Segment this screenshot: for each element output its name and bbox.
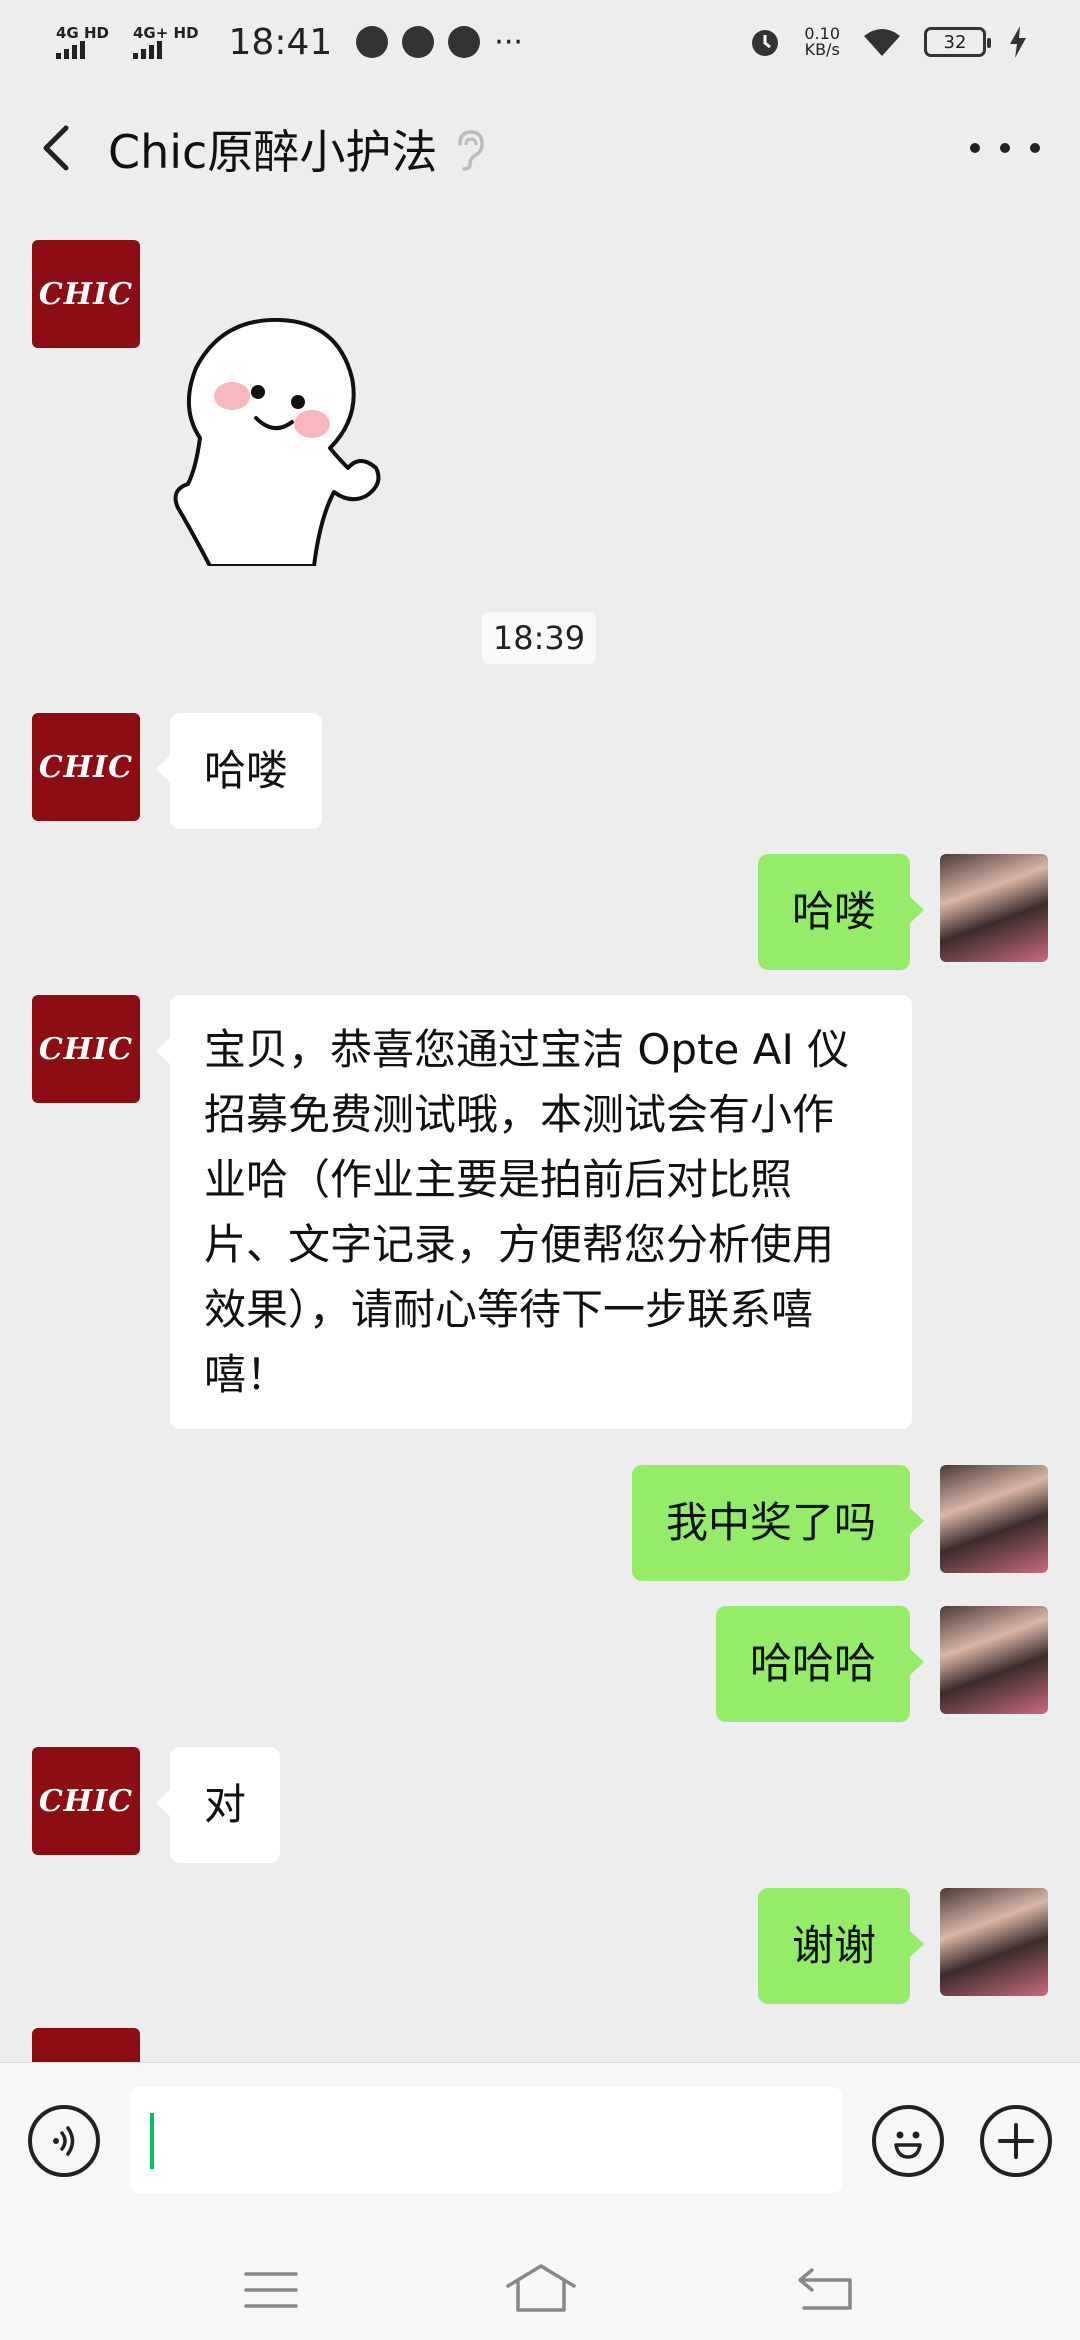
contact-avatar[interactable]: CHIC — [32, 995, 140, 1103]
charging-icon — [1010, 26, 1026, 58]
avatar-logo-text: CHIC — [38, 1031, 134, 1067]
input-bar — [0, 2062, 1080, 2218]
chat-title: Chic原醉小护法 — [108, 125, 438, 179]
avatar-logo-text: CHIC — [38, 1783, 134, 1819]
system-nav-bar — [0, 2218, 1080, 2340]
user-avatar[interactable] — [940, 1465, 1048, 1573]
emoji-icon[interactable] — [872, 2105, 944, 2177]
battery-icon: 32 — [924, 27, 991, 57]
more-dots-icon[interactable] — [970, 130, 1040, 166]
message-line: 片、文字记录，方便帮您分析使用 — [204, 1220, 835, 1269]
message-bubble-outgoing[interactable]: 哈喽 — [757, 854, 925, 970]
plus-icon[interactable] — [980, 2105, 1052, 2177]
avatar-logo-text: CHIC — [38, 276, 134, 312]
user-avatar[interactable] — [940, 854, 1048, 962]
sim2-label: 4G+ HD — [132, 24, 199, 42]
home-icon[interactable] — [504, 2262, 578, 2314]
wechat-notification-icon — [402, 26, 435, 58]
message-time-divider: 18:39 — [482, 612, 596, 664]
message-bubble-incoming[interactable]: 宝贝，恭喜您通过宝洁 Opte AI 仪 招募免费测试哦，本测试会有小作 业哈（… — [156, 995, 912, 1429]
message-bubble-outgoing[interactable]: 我中奖了吗 — [631, 1465, 925, 1581]
return-icon[interactable] — [794, 2266, 856, 2312]
more-notifications-icon: ··· — [494, 24, 523, 60]
signal-sim1-icon: 4G HD — [56, 25, 109, 59]
battery-level: 32 — [943, 31, 967, 53]
user-avatar[interactable] — [940, 1888, 1048, 1996]
sticker-image[interactable] — [170, 318, 410, 566]
message-line: 业哈（作业主要是拍前后对比照 — [204, 1155, 793, 1204]
contact-avatar[interactable] — [32, 2028, 140, 2062]
contact-avatar[interactable]: CHIC — [32, 1747, 140, 1855]
message-input[interactable] — [130, 2087, 842, 2193]
message-bubble-incoming[interactable]: 对 — [155, 1747, 281, 1863]
message-line: 宝贝，恭喜您通过宝洁 Opte AI 仪 — [204, 1025, 850, 1074]
contact-avatar[interactable]: CHIC — [32, 240, 140, 348]
contact-avatar[interactable]: CHIC — [32, 713, 140, 821]
chat-header: Chic原醉小护法 — [0, 84, 1080, 212]
message-bubble-outgoing[interactable]: 谢谢 — [757, 1888, 925, 2004]
voice-icon[interactable] — [28, 2105, 100, 2177]
message-line: 效果），请耐心等待下一步联系嘻 — [204, 1285, 814, 1334]
status-bar: 4G HD 4G+ HD 18:41 ··· 0.10 KB/s 32 — [0, 0, 1080, 84]
user-avatar[interactable] — [940, 1606, 1048, 1714]
net-speed: 0.10 KB/s — [804, 26, 840, 58]
menu-icon[interactable] — [244, 2270, 298, 2310]
sim1-label: 4G HD — [56, 24, 109, 42]
message-bubble-outgoing[interactable]: 哈哈哈 — [715, 1606, 925, 1722]
net-speed-unit: KB/s — [804, 40, 840, 59]
avatar-logo-text: CHIC — [38, 749, 134, 785]
text-caret — [150, 2113, 154, 2169]
signal-sim2-icon: 4G+ HD — [132, 24, 199, 59]
message-line: 招募免费测试哦，本测试会有小作 — [204, 1090, 835, 1139]
alarm-icon — [752, 30, 779, 56]
message-line: 嘻！ — [204, 1350, 289, 1399]
message-notification-icon — [448, 26, 481, 58]
chevron-left-icon[interactable] — [30, 120, 86, 176]
wifi-icon — [864, 29, 900, 56]
status-time: 18:41 — [228, 21, 333, 63]
message-bubble-incoming[interactable]: 哈喽 — [155, 713, 323, 829]
app-notification-icon — [356, 26, 389, 58]
ear-icon — [458, 130, 484, 171]
